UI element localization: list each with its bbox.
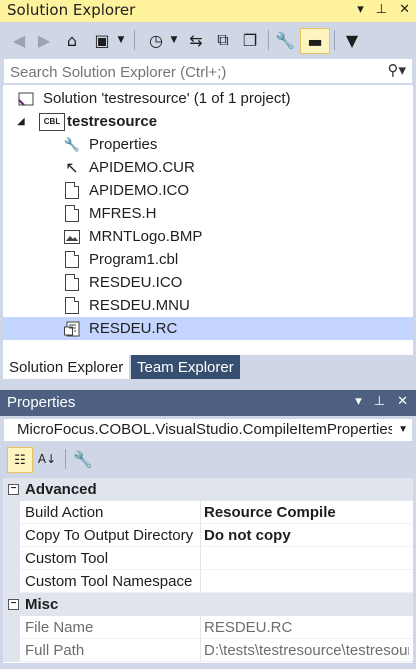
solution-tree: Solution 'testresource' (1 of 1 project)… — [3, 85, 413, 355]
show-all-files-icon[interactable]: ❐ — [238, 28, 262, 52]
properties-titlebar[interactable]: Properties ▾ ⊥ ✕ — [0, 390, 416, 416]
image-file-icon — [63, 228, 81, 246]
tree-item-label: APIDEMO.CUR — [89, 159, 195, 176]
header-file-icon — [63, 205, 81, 223]
property-value[interactable]: RESDEU.RC — [204, 619, 409, 636]
back-icon[interactable]: ◀ — [8, 28, 30, 52]
cobol-project-icon: CBL — [39, 112, 65, 131]
cobol-file-icon — [63, 251, 81, 269]
expanded-arrow-icon[interactable]: ◢ — [17, 116, 25, 127]
home-icon[interactable]: ⌂ — [60, 28, 84, 52]
tree-item-label: Program1.cbl — [89, 251, 179, 268]
tree-item-label: RESDEU.RC — [89, 320, 178, 337]
property-pages-wrench-icon[interactable]: 🔧 — [71, 447, 95, 471]
pin-icon[interactable]: ⊥ — [376, 2, 387, 17]
tree-item-label: MRNTLogo.BMP — [89, 228, 203, 245]
resource-file-icon — [63, 320, 81, 338]
property-row-custom-tool-namespace[interactable]: Custom Tool Namespace — [3, 570, 413, 593]
category-advanced[interactable]: − Advanced — [3, 478, 413, 501]
tree-item-label: Properties — [89, 136, 158, 153]
alphabetical-icon[interactable]: A↓ — [35, 447, 59, 471]
property-value[interactable]: Resource Compile — [204, 504, 409, 521]
tree-item-label: MFRES.H — [89, 205, 157, 222]
tree-item-label: RESDEU.ICO — [89, 274, 183, 291]
solution-icon — [17, 90, 35, 108]
collapse-icon[interactable]: − — [8, 599, 19, 610]
properties-title: Properties — [7, 394, 76, 411]
tree-item-properties[interactable]: 🔧 Properties — [3, 133, 413, 156]
tree-item-mrntlogo-bmp[interactable]: MRNTLogo.BMP — [3, 225, 413, 248]
close-icon[interactable]: ✕ — [397, 394, 408, 409]
tree-item-resdeu-rc[interactable]: RESDEU.RC — [3, 317, 413, 340]
tree-item-program1-cbl[interactable]: Program1.cbl — [3, 248, 413, 271]
project-label: testresource — [67, 113, 158, 130]
category-label: Advanced — [25, 481, 97, 498]
collapse-icon[interactable]: − — [8, 484, 19, 495]
icon-file-icon — [63, 274, 81, 292]
categorized-icon[interactable]: ☷ — [7, 447, 33, 473]
property-key: Custom Tool Namespace — [25, 573, 193, 590]
tree-node-solution[interactable]: Solution 'testresource' (1 of 1 project) — [3, 87, 413, 110]
property-key: File Name — [25, 619, 94, 636]
tab-team-explorer[interactable]: Team Explorer — [131, 355, 240, 379]
category-misc[interactable]: − Misc — [3, 593, 413, 616]
object-selector-value: MicroFocus.COBOL.VisualStudio.CompileIte… — [17, 421, 392, 438]
property-row-build-action[interactable]: Build Action Resource Compile — [3, 501, 413, 524]
tree-item-label: RESDEU.MNU — [89, 297, 190, 314]
tab-solution-explorer[interactable]: Solution Explorer — [3, 355, 130, 379]
preview-selected-icon[interactable]: ▬ — [300, 28, 330, 54]
close-icon[interactable]: ✕ — [399, 2, 410, 17]
explorer-tabs: Solution Explorer Team Explorer — [0, 355, 416, 379]
sync-icon[interactable]: ⇆ — [184, 28, 208, 52]
property-row-custom-tool[interactable]: Custom Tool — [3, 547, 413, 570]
property-key: Build Action — [25, 504, 104, 521]
search-icon[interactable]: ⚲▾ — [387, 61, 406, 79]
search-input[interactable] — [8, 61, 372, 83]
switch-views-icon[interactable]: ▣ — [90, 28, 114, 52]
property-row-full-path[interactable]: Full Path D:\tests\testresource\testreso… — [3, 639, 413, 662]
pending-changes-icon[interactable]: ◷ — [144, 28, 168, 52]
search-box[interactable]: ⚲▾ — [3, 58, 413, 84]
icon-file-icon — [63, 182, 81, 200]
window-position-icon[interactable]: ▾ — [355, 394, 362, 409]
property-grid: − Advanced Build Action Resource Compile… — [3, 478, 413, 663]
solution-label: Solution 'testresource' (1 of 1 project) — [43, 90, 291, 107]
property-key: Full Path — [25, 642, 85, 659]
property-value[interactable]: Do not copy — [204, 527, 409, 544]
collapse-all-icon[interactable]: ⧉ — [211, 28, 235, 52]
tree-item-label: APIDEMO.ICO — [89, 182, 190, 199]
solution-explorer-toolbar: ◀ ▶ ⌂ ▣ ▼ ◷ ▼ ⇆ ⧉ ❐ 🔧 ▬ ▼ — [0, 22, 416, 58]
filter-icon[interactable]: ▼ — [340, 28, 364, 52]
wrench-icon: 🔧 — [63, 136, 81, 152]
pending-changes-dropdown-icon[interactable]: ▼ — [168, 28, 180, 52]
cursor-file-icon: ↖ — [65, 159, 79, 177]
properties-wrench-icon[interactable]: 🔧 — [273, 28, 297, 52]
forward-icon[interactable]: ▶ — [33, 28, 55, 52]
tree-item-resdeu-ico[interactable]: RESDEU.ICO — [3, 271, 413, 294]
pin-icon[interactable]: ⊥ — [374, 394, 385, 409]
switch-views-dropdown-icon[interactable]: ▼ — [115, 28, 127, 52]
property-key: Copy To Output Directory — [25, 527, 194, 544]
tree-item-mfres-h[interactable]: MFRES.H — [3, 202, 413, 225]
property-key: Custom Tool — [25, 550, 109, 567]
object-selector[interactable]: MicroFocus.COBOL.VisualStudio.CompileIte… — [3, 418, 413, 442]
properties-toolbar: ☷ A↓ 🔧 — [3, 445, 413, 473]
file-icon — [63, 297, 81, 315]
category-label: Misc — [25, 596, 59, 613]
property-row-copy-to-output[interactable]: Copy To Output Directory Do not copy — [3, 524, 413, 547]
window-position-icon[interactable]: ▾ — [357, 2, 364, 17]
tree-node-project[interactable]: ◢ CBL testresource — [3, 110, 413, 133]
solution-explorer-titlebar[interactable]: Solution Explorer ▾ ⊥ ✕ — [0, 0, 416, 22]
tree-item-apidemo-cur[interactable]: ↖ APIDEMO.CUR — [3, 156, 413, 179]
solution-explorer-title: Solution Explorer — [7, 1, 136, 19]
tree-item-apidemo-ico[interactable]: APIDEMO.ICO — [3, 179, 413, 202]
tree-item-resdeu-mnu[interactable]: RESDEU.MNU — [3, 294, 413, 317]
chevron-down-icon[interactable]: ▼ — [398, 424, 408, 435]
property-row-file-name[interactable]: File Name RESDEU.RC — [3, 616, 413, 639]
property-value[interactable]: D:\tests\testresource\testresour — [204, 642, 409, 659]
